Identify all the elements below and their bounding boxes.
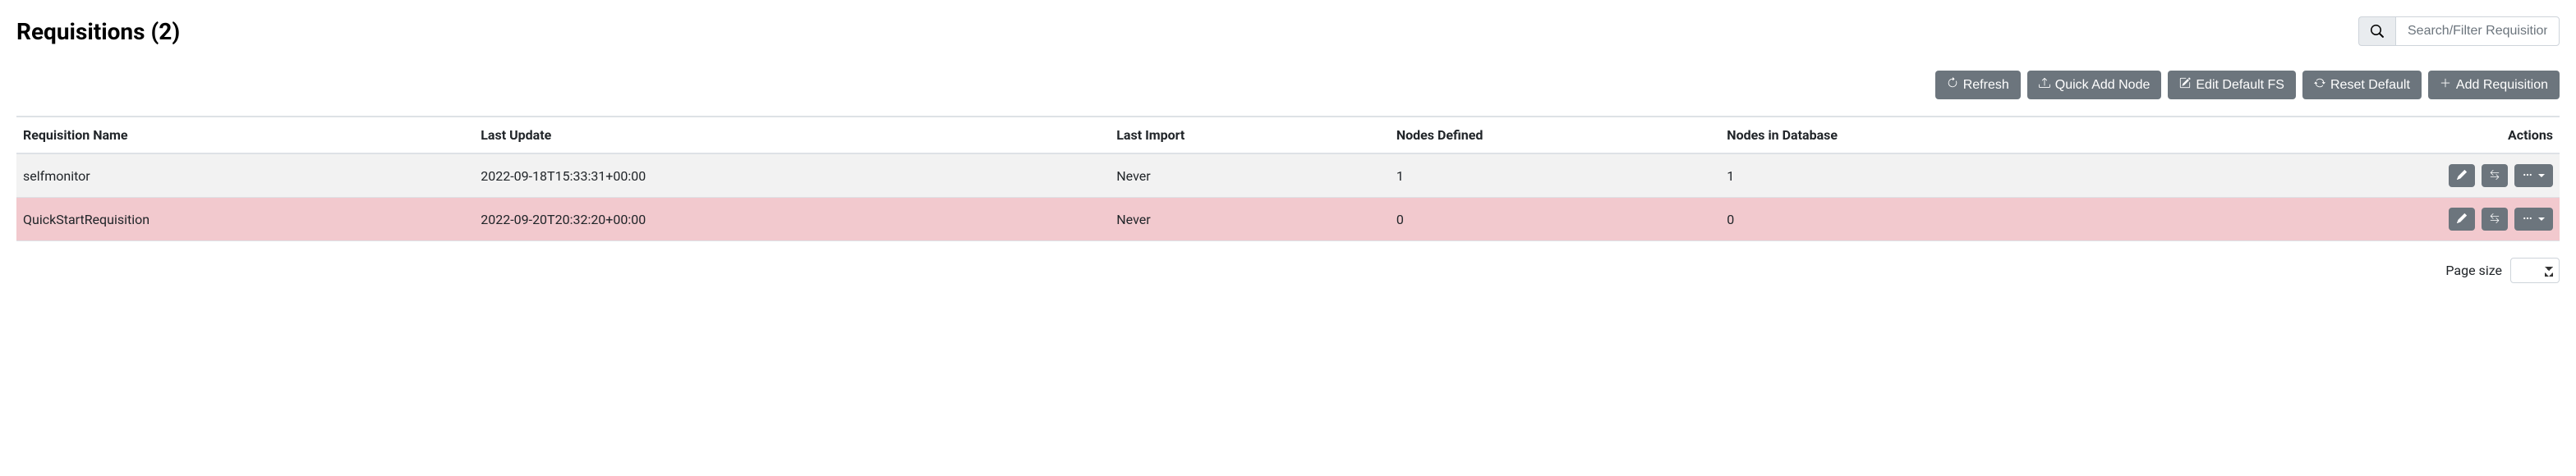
pencil-icon xyxy=(2457,213,2467,226)
exchange-icon xyxy=(2490,169,2500,182)
col-actions: Actions xyxy=(2305,117,2560,153)
cell-actions xyxy=(2305,153,2560,198)
col-nodes-in-db: Nodes in Database xyxy=(1720,117,2305,153)
edit-default-fs-label: Edit Default FS xyxy=(2196,78,2284,93)
cell-nodes-defined: 1 xyxy=(1390,153,1720,198)
table-row: QuickStartRequisition 2022-09-20T20:32:2… xyxy=(16,198,2560,241)
plus-icon xyxy=(2440,77,2451,93)
reset-icon xyxy=(2314,77,2325,93)
page-title: Requisitions (2) xyxy=(16,18,180,45)
edit-button[interactable] xyxy=(2449,208,2475,231)
search-input[interactable] xyxy=(2395,16,2560,46)
add-requisition-button[interactable]: Add Requisition xyxy=(2428,71,2560,99)
refresh-label: Refresh xyxy=(1963,78,2009,93)
col-nodes-defined: Nodes Defined xyxy=(1390,117,1720,153)
add-requisition-label: Add Requisition xyxy=(2456,78,2548,93)
pencil-square-icon xyxy=(2179,77,2191,93)
edit-button[interactable] xyxy=(2449,164,2475,187)
page-size-label: Page size xyxy=(2445,263,2502,278)
col-name: Requisition Name xyxy=(16,117,474,153)
upload-icon xyxy=(2039,77,2050,93)
cell-actions xyxy=(2305,198,2560,241)
exchange-icon xyxy=(2490,213,2500,226)
refresh-icon xyxy=(1947,77,1958,93)
more-button[interactable] xyxy=(2514,208,2553,231)
col-last-update: Last Update xyxy=(474,117,1110,153)
cell-last-update: 2022-09-18T15:33:31+00:00 xyxy=(474,153,1110,198)
col-last-import: Last Import xyxy=(1110,117,1390,153)
edit-default-fs-button[interactable]: Edit Default FS xyxy=(2168,71,2296,99)
ellipsis-icon xyxy=(2523,213,2532,226)
cell-nodes-in-db: 0 xyxy=(1720,198,2305,241)
cell-nodes-defined: 0 xyxy=(1390,198,1720,241)
toolbar: Refresh Quick Add Node Edit Default FS R… xyxy=(16,71,2560,99)
reset-default-label: Reset Default xyxy=(2330,78,2410,93)
more-button[interactable] xyxy=(2514,164,2553,187)
reset-default-button[interactable]: Reset Default xyxy=(2302,71,2422,99)
table-row: selfmonitor 2022-09-18T15:33:31+00:00 Ne… xyxy=(16,153,2560,198)
quick-add-node-button[interactable]: Quick Add Node xyxy=(2027,71,2162,99)
cell-name: QuickStartRequisition xyxy=(16,198,474,241)
sync-button[interactable] xyxy=(2482,164,2508,187)
sync-button[interactable] xyxy=(2482,208,2508,231)
pagination-footer: Page size xyxy=(16,258,2560,283)
cell-last-import: Never xyxy=(1110,198,1390,241)
cell-last-update: 2022-09-20T20:32:20+00:00 xyxy=(474,198,1110,241)
requisitions-table: Requisition Name Last Update Last Import… xyxy=(16,116,2560,241)
pencil-icon xyxy=(2457,169,2467,182)
cell-name: selfmonitor xyxy=(16,153,474,198)
caret-down-icon xyxy=(2538,174,2545,177)
ellipsis-icon xyxy=(2523,169,2532,182)
quick-add-node-label: Quick Add Node xyxy=(2055,78,2150,93)
cell-last-import: Never xyxy=(1110,153,1390,198)
refresh-button[interactable]: Refresh xyxy=(1935,71,2021,99)
caret-down-icon xyxy=(2538,217,2545,221)
search-group xyxy=(2358,16,2560,46)
page-size-select[interactable] xyxy=(2510,258,2560,283)
cell-nodes-in-db: 1 xyxy=(1720,153,2305,198)
search-icon[interactable] xyxy=(2358,16,2395,46)
